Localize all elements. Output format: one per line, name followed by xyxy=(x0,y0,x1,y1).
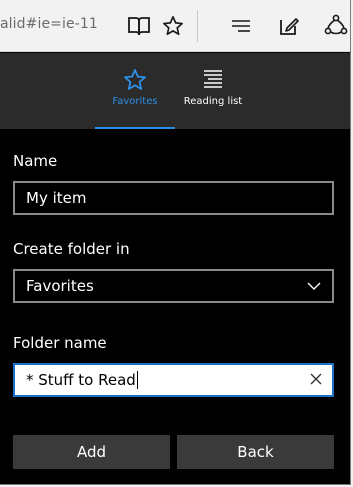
tab-favorites-label: Favorites xyxy=(112,96,158,107)
reading-view-icon[interactable] xyxy=(126,13,152,39)
back-button[interactable]: Back xyxy=(177,435,334,469)
edge-window: alid#ie=ie-11 Favorites Reading list Nam… xyxy=(0,0,351,485)
address-bar-text[interactable]: alid#ie=ie-11 xyxy=(0,16,98,32)
folder-select-value: Favorites xyxy=(26,277,94,295)
add-button[interactable]: Add xyxy=(13,435,170,469)
name-field-value: My item xyxy=(26,189,87,207)
active-tab-indicator xyxy=(95,127,175,129)
tab-reading-list[interactable]: Reading list xyxy=(178,53,248,129)
clear-icon[interactable] xyxy=(309,372,323,390)
folder-name-input[interactable]: * Stuff to Read xyxy=(13,363,334,397)
name-label: Name xyxy=(13,152,58,170)
hub-icon[interactable] xyxy=(228,13,254,39)
hub-panel: Favorites Reading list Name My item Crea… xyxy=(0,53,350,484)
tab-favorites[interactable]: Favorites xyxy=(95,53,175,129)
reading-list-icon xyxy=(201,68,225,94)
text-caret xyxy=(136,371,138,389)
name-field[interactable]: My item xyxy=(13,181,334,215)
share-icon[interactable] xyxy=(323,13,349,39)
toolbar-divider xyxy=(197,10,198,42)
web-note-icon[interactable] xyxy=(276,13,302,39)
browser-toolbar: alid#ie=ie-11 xyxy=(0,0,350,52)
favorite-star-icon[interactable] xyxy=(160,13,186,39)
tab-reading-list-label: Reading list xyxy=(183,96,243,107)
folder-name-value: * Stuff to Read xyxy=(26,371,136,389)
create-folder-in-label: Create folder in xyxy=(13,240,130,258)
chevron-down-icon xyxy=(306,279,322,297)
folder-select[interactable]: Favorites xyxy=(13,269,334,303)
hub-tabs: Favorites Reading list xyxy=(0,53,350,129)
star-icon xyxy=(123,68,147,96)
folder-name-label: Folder name xyxy=(13,334,107,352)
